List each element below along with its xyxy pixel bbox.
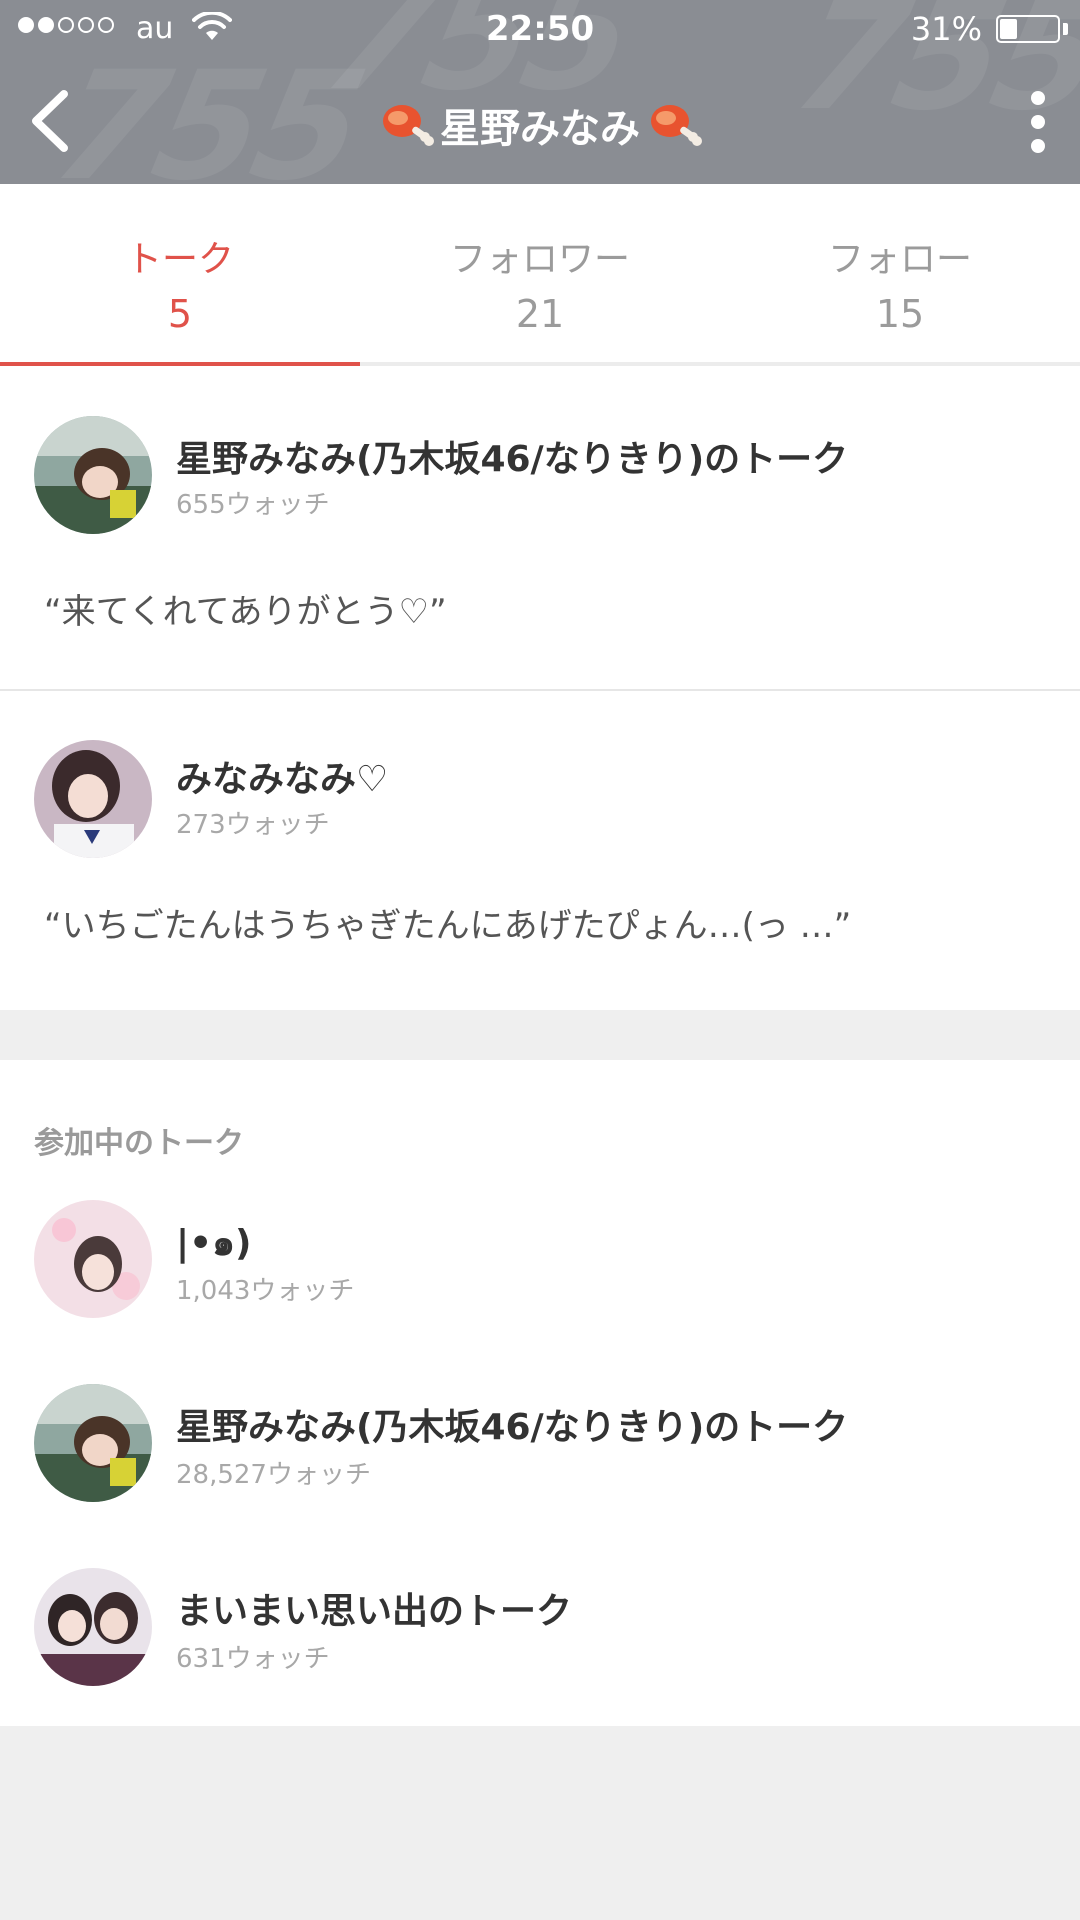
watch-count: 1,043ウォッチ [176,1276,355,1306]
talk-title: みなみなみ♡ [176,759,389,800]
nav-title-container: 星野みなみ [0,96,1080,154]
header: 755 755 755 au 22:50 31% 星野みなみ [0,0,1080,184]
talk-avatar [34,1384,152,1502]
more-options-icon[interactable] [1026,90,1050,154]
nav-bar: 星野みなみ [0,60,1080,184]
talk-card[interactable]: みなみなみ♡ 273ウォッチ “いちごたんはうちゃぎたんにあげたぴょん…(っ …… [0,690,1080,1010]
joined-talks-section: 参加中のトーク |•๑) 1,043ウォッチ 星野みなみ(乃木坂46/なりきり)… [0,1060,1080,1726]
talk-avatar [34,740,152,858]
status-bar: au 22:50 31% [0,0,1080,58]
joined-talk-item[interactable]: まいまい思い出のトーク 631ウォッチ [0,1568,1080,1708]
tab-label: フォロー [827,239,972,280]
battery-icon [996,15,1060,43]
nav-title: 星野みなみ [440,106,640,152]
talk-avatar [34,1200,152,1318]
own-talks-section: 星野みなみ(乃木坂46/なりきり)のトーク 655ウォッチ “来てくれてありがと… [0,366,1080,1010]
talk-title: 星野みなみ(乃木坂46/なりきり)のトーク [176,439,849,480]
talk-avatar [34,416,152,534]
talk-title: 星野みなみ(乃木坂46/なりきり)のトーク [176,1407,849,1448]
battery-nub [1063,23,1068,35]
meat-icon [383,105,434,146]
profile-page: 755 755 755 au 22:50 31% 星野みなみ トーク 5 フォロ… [0,0,1080,1920]
talk-avatar [34,1568,152,1686]
tab-label: トーク [125,239,234,280]
tab-count: 5 [167,292,193,336]
section-heading: 参加中のトーク [34,1126,244,1161]
tab-label: フォロワー [449,239,630,280]
talk-title: まいまい思い出のトーク [176,1591,573,1632]
talk-card[interactable]: 星野みなみ(乃木坂46/なりきり)のトーク 655ウォッチ “来てくれてありがと… [0,366,1080,690]
joined-talk-item[interactable]: |•๑) 1,043ウォッチ [0,1200,1080,1360]
tab-following[interactable]: フォロー 15 [720,184,1080,366]
meat-icon [651,105,702,146]
joined-talk-item[interactable]: 星野みなみ(乃木坂46/なりきり)のトーク 28,527ウォッチ [0,1384,1080,1544]
talk-latest-message: “来てくれてありがとう♡” [44,592,447,632]
talk-title: |•๑) [176,1223,252,1264]
tab-count: 21 [515,292,565,336]
tab-followers[interactable]: フォロワー 21 [360,184,720,366]
battery-fill [1000,19,1017,39]
watch-count: 631ウォッチ [176,1644,330,1674]
watch-count: 28,527ウォッチ [176,1460,371,1490]
watch-count: 655ウォッチ [176,490,330,520]
watch-count: 273ウォッチ [176,810,330,840]
battery-percent: 31% [910,10,982,48]
talk-latest-message: “いちごたんはうちゃぎたんにあげたぴょん…(っ …” [44,906,852,946]
tab-count: 15 [875,292,925,336]
profile-tabs: トーク 5 フォロワー 21 フォロー 15 [0,184,1080,367]
tab-talk[interactable]: トーク 5 [0,184,360,366]
